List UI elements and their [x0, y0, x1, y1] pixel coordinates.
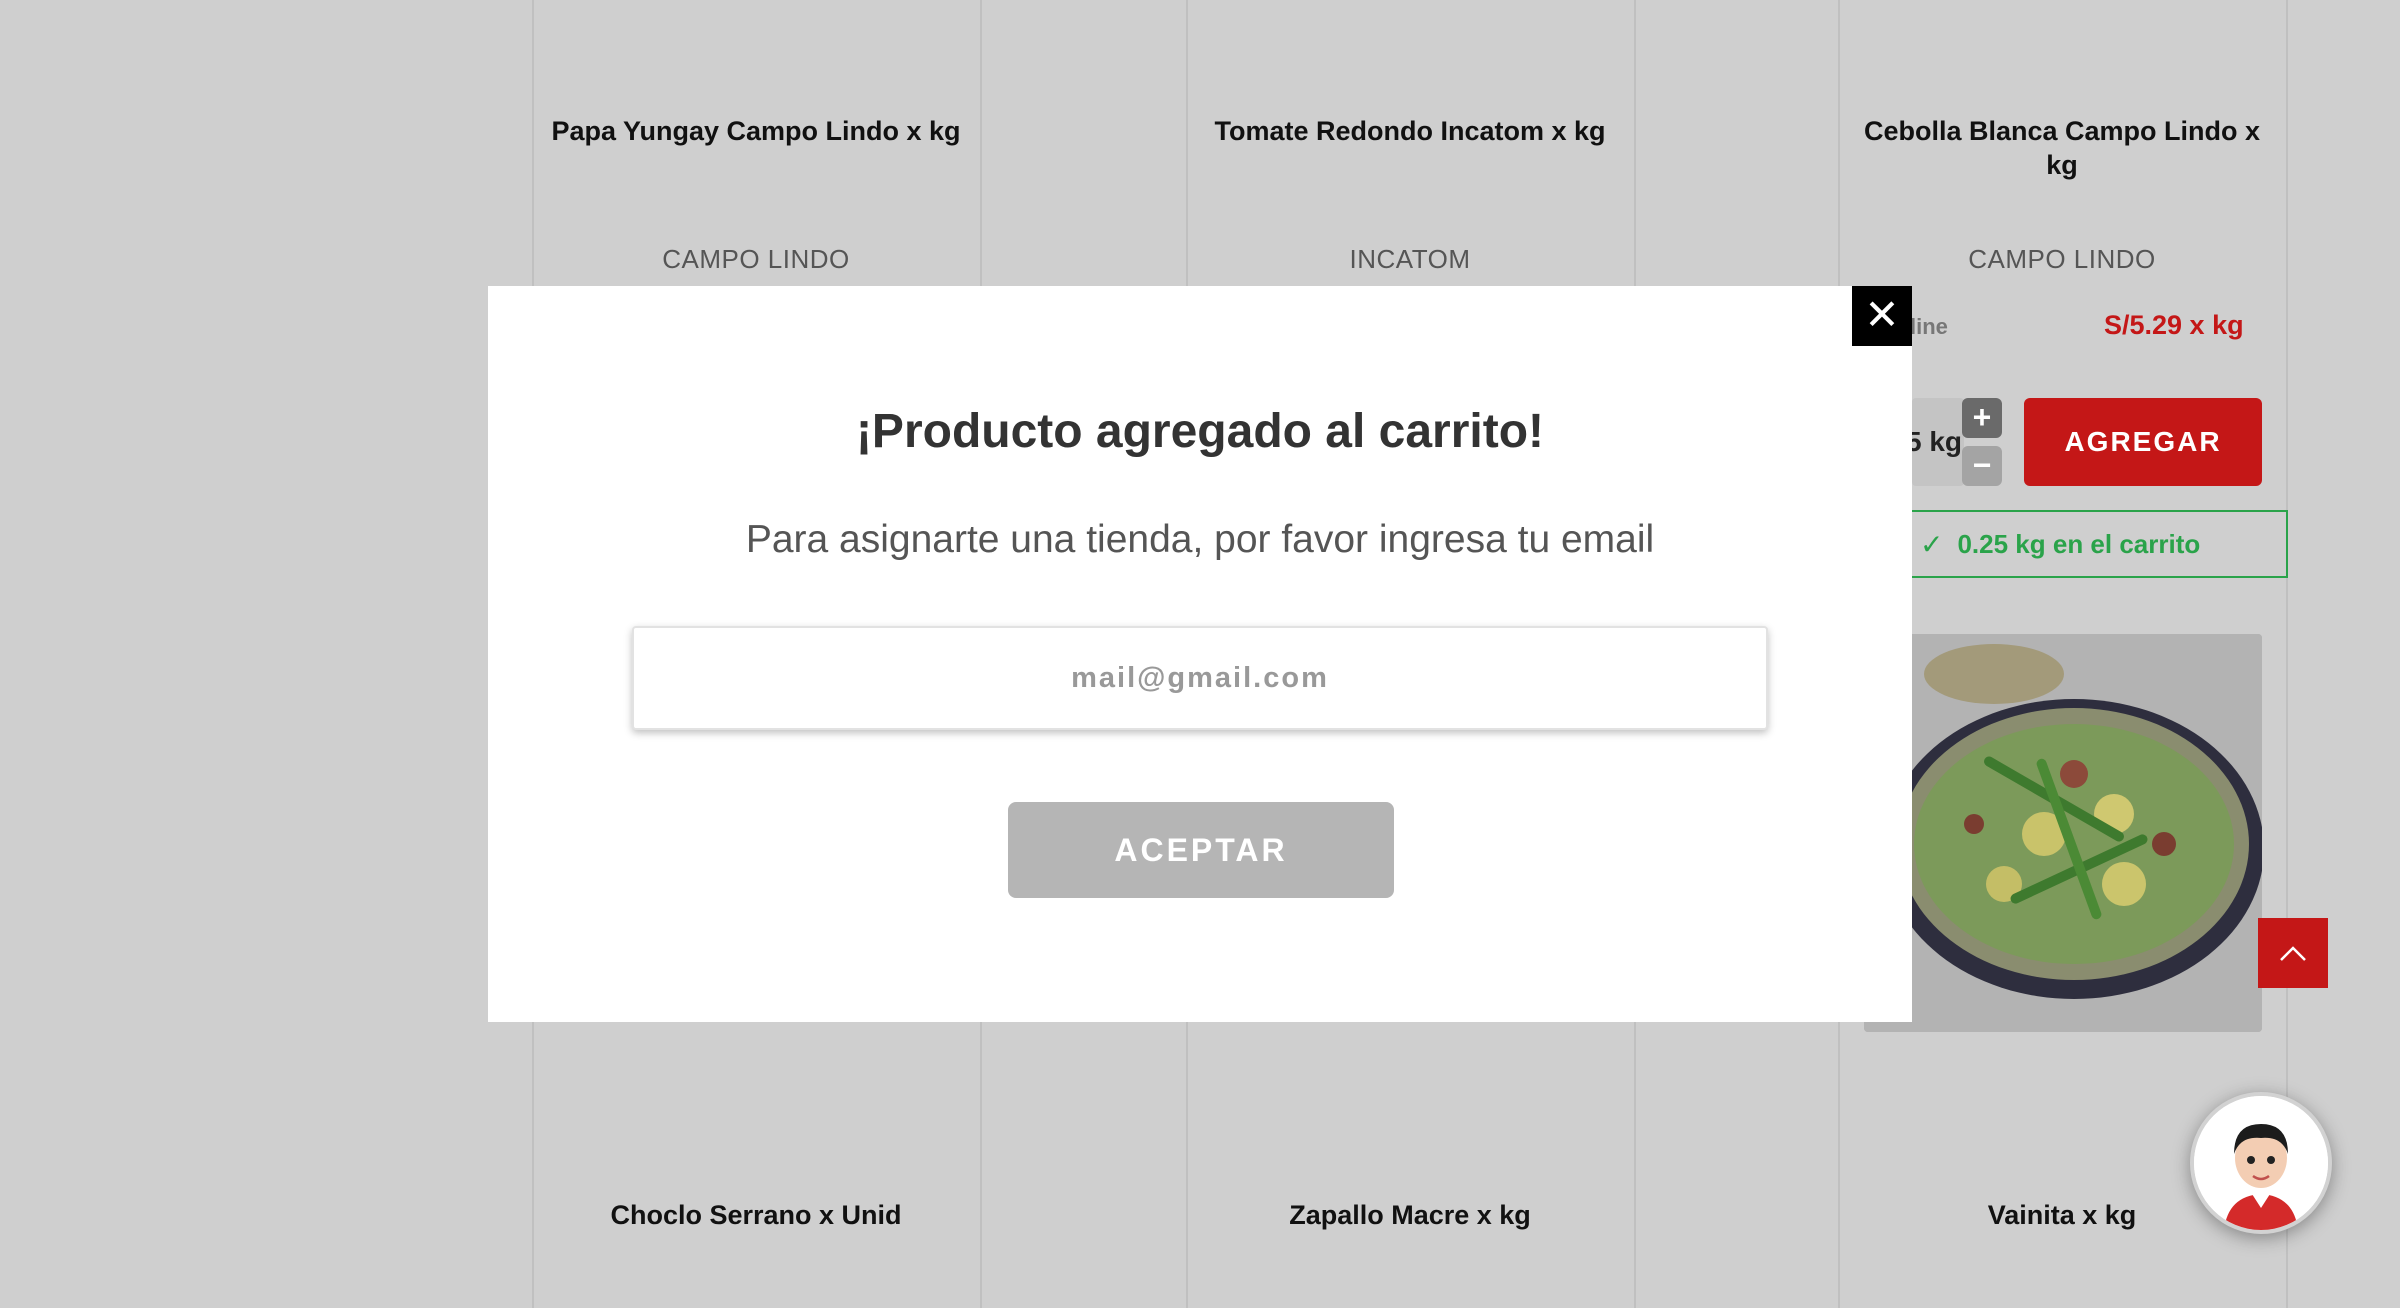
product-brand: CAMPO LINDO — [662, 244, 850, 274]
check-icon: ✓ — [1920, 528, 1944, 560]
online-price-label: line — [1910, 314, 1948, 339]
product-name[interactable]: Cebolla Blanca Campo Lindo x kg — [1846, 114, 2278, 182]
quantity-decrease-button[interactable]: − — [1962, 446, 2002, 486]
close-icon[interactable]: ✕ — [1852, 286, 1912, 346]
add-to-cart-button[interactable]: AGREGAR — [2024, 398, 2262, 486]
product-brand: CAMPO LINDO — [1968, 244, 2156, 274]
chevron-up-icon — [2280, 946, 2306, 961]
product-name[interactable]: Papa Yungay Campo Lindo x kg — [540, 114, 972, 148]
email-input[interactable] — [632, 626, 1768, 730]
salad-bowl-image — [1864, 634, 2262, 1032]
in-cart-text: 0.25 kg en el carrito — [1957, 528, 2201, 559]
scroll-top-button[interactable] — [2258, 918, 2328, 988]
avatar-assistant-icon — [2194, 1096, 2328, 1230]
product-image[interactable] — [1864, 634, 2262, 1032]
product-name[interactable]: Tomate Redondo Incatom x kg — [1194, 114, 1626, 148]
in-cart-notice: ✓ 0.25 kg en el carrito — [1880, 510, 2288, 578]
product-name[interactable]: Choclo Serrano x Unid — [540, 1198, 972, 1232]
add-to-cart-modal: ¡Producto agregado al carrito! Para asig… — [488, 286, 1912, 1022]
quantity-value: 5 kg — [1906, 426, 1963, 457]
modal-title: ¡Producto agregado al carrito! — [855, 405, 1545, 458]
accept-button[interactable]: ACEPTAR — [1008, 802, 1394, 898]
product-brand: INCATOM — [1349, 244, 1471, 274]
modal-subtitle: Para asignarte una tienda, por favor ing… — [745, 518, 1655, 561]
chat-assistant-button[interactable] — [2190, 1092, 2332, 1234]
product-name[interactable]: Zapallo Macre x kg — [1194, 1198, 1626, 1232]
product-price: S/5.29 x kg — [2104, 310, 2244, 340]
quantity-increase-button[interactable]: + — [1962, 398, 2002, 438]
